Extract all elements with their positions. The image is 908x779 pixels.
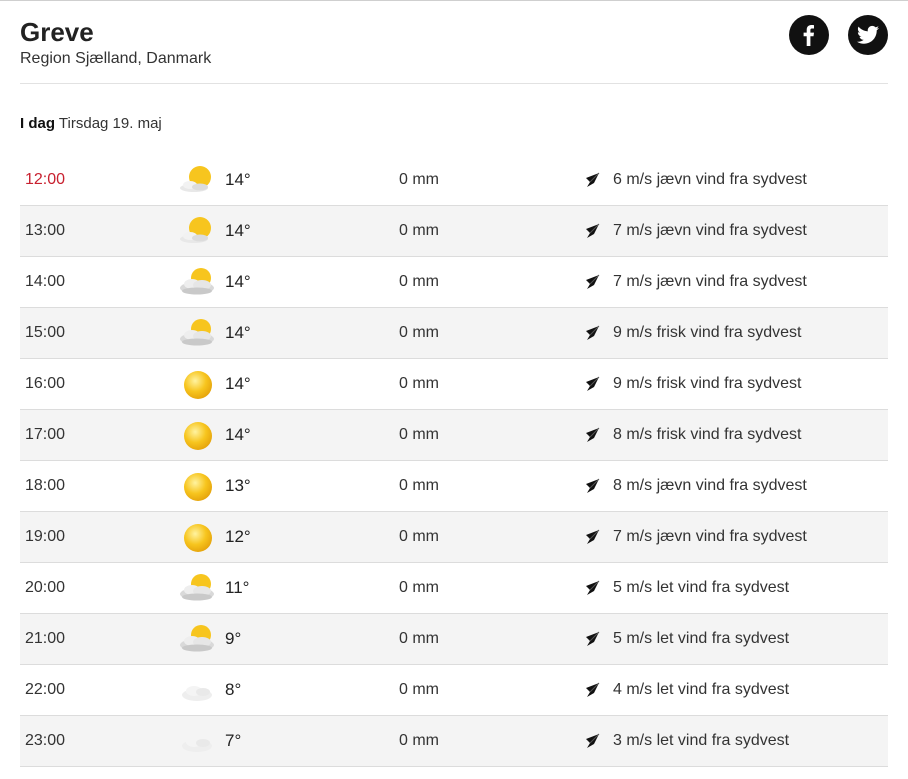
temperature: 14° [225,272,251,291]
partly-sunny-icon [178,164,218,198]
sun-icon [178,470,218,504]
wind-direction-icon [584,427,600,443]
hour-time: 14:00 [25,273,66,290]
forecast-row: 22:00 8° 0 mm 4 m/s let vind fra sydvest [20,665,888,716]
wind-direction-icon [584,223,600,239]
hour-time: 23:00 [25,732,66,749]
wind-description: 5 m/s let vind fra sydvest [613,630,790,647]
hourly-forecast-table: 12:00 14° 0 mm 6 m/s jævn vind fra sydvest 1… [20,155,888,767]
forecast-row: 18:00 13° 0 mm 8 m/s jævn vind fra sydvest [20,461,888,512]
twitter-button[interactable] [848,15,888,55]
precipitation: 0 mm [399,579,439,596]
hour-time: 22:00 [25,681,66,698]
hour-time: 13:00 [25,222,66,239]
hour-time: 20:00 [25,579,66,596]
precipitation: 0 mm [399,630,439,647]
wind-description: 7 m/s jævn vind fra sydvest [613,222,807,239]
temperature: 14° [225,221,251,240]
wind-description: 6 m/s jævn vind fra sydvest [613,171,807,188]
forecast-row: 14:00 14° 0 mm 7 m/s jævn vind fra sydvest [20,257,888,308]
wind-direction-icon [584,631,600,647]
wind-description: 3 m/s let vind fra sydvest [613,732,790,749]
forecast-row: 21:00 9° 0 mm 5 m/s let vind fra sydvest [20,614,888,665]
precipitation: 0 mm [399,222,439,239]
day-label: I dag [20,115,56,132]
forecast-row: 20:00 11° 0 mm 5 m/s let vind fra sydvest [20,563,888,614]
forecast-row: 15:00 14° 0 mm 9 m/s frisk vind fra sydvest [20,308,888,359]
wind-direction-icon [584,529,600,545]
temperature: 14° [225,170,251,189]
wind-direction-icon [584,376,600,392]
forecast-row: 19:00 12° 0 mm 7 m/s jævn vind fra sydvest [20,512,888,563]
light-cloud-icon [178,725,218,759]
temperature: 14° [225,374,251,393]
temperature: 14° [225,425,251,444]
forecast-row: 16:00 14° 0 mm 9 m/s frisk vind fra sydvest [20,359,888,410]
social-share [789,15,888,55]
sun-icon [178,419,218,453]
facebook-icon [803,25,814,46]
wind-direction-icon [584,325,600,341]
sun-cloud-icon [178,317,218,351]
wind-direction-icon [584,478,600,494]
hour-time: 16:00 [25,375,66,392]
region-name: Region Sjælland, Danmark [20,50,212,67]
day-heading: I dag Tirsdag 19. maj [20,115,162,132]
light-cloud-icon [178,674,218,708]
forecast-row: 23:00 7° 0 mm 3 m/s let vind fra sydvest [20,716,888,767]
partly-sunny-icon [178,215,218,249]
wind-direction-icon [584,733,600,749]
temperature: 13° [225,476,251,495]
temperature: 9° [225,629,242,648]
precipitation: 0 mm [399,681,439,698]
hour-time: 12:00 [25,171,66,188]
wind-description: 9 m/s frisk vind fra sydvest [613,324,802,341]
hour-time: 19:00 [25,528,66,545]
temperature: 11° [225,578,250,597]
city-name: Greve [20,17,94,47]
wind-description: 8 m/s frisk vind fra sydvest [613,426,802,443]
sun-icon [178,368,218,402]
wind-direction-icon [584,682,600,698]
sun-icon [178,521,218,555]
wind-description: 4 m/s let vind fra sydvest [613,681,790,698]
temperature: 12° [225,527,251,546]
hour-time: 18:00 [25,477,66,494]
sun-cloud-icon [178,623,218,657]
precipitation: 0 mm [399,528,439,545]
hour-time: 21:00 [25,630,66,647]
precipitation: 0 mm [399,732,439,749]
wind-direction-icon [584,172,600,188]
twitter-icon [857,25,879,44]
precipitation: 0 mm [399,273,439,290]
wind-description: 7 m/s jævn vind fra sydvest [613,273,807,290]
forecast-row: 17:00 14° 0 mm 8 m/s frisk vind fra sydvest [20,410,888,461]
hour-time: 15:00 [25,324,66,341]
precipitation: 0 mm [399,324,439,341]
hour-time: 17:00 [25,426,66,443]
wind-description: 8 m/s jævn vind fra sydvest [613,477,807,494]
facebook-button[interactable] [789,15,829,55]
precipitation: 0 mm [399,426,439,443]
temperature: 8° [225,680,242,699]
precipitation: 0 mm [399,375,439,392]
temperature: 7° [225,731,242,750]
precipitation: 0 mm [399,477,439,494]
wind-description: 5 m/s let vind fra sydvest [613,579,790,596]
location-header: Greve Region Sjælland, Danmark [20,15,888,84]
wind-description: 9 m/s frisk vind fra sydvest [613,375,802,392]
wind-direction-icon [584,580,600,596]
forecast-row: 13:00 14° 0 mm 7 m/s jævn vind fra sydvest [20,206,888,257]
wind-description: 7 m/s jævn vind fra sydvest [613,528,807,545]
wind-direction-icon [584,274,600,290]
sun-cloud-icon [178,572,218,606]
sun-cloud-icon [178,266,218,300]
temperature: 14° [225,323,251,342]
day-date: Tirsdag 19. maj [58,115,162,132]
forecast-row: 12:00 14° 0 mm 6 m/s jævn vind fra sydvest [20,155,888,206]
precipitation: 0 mm [399,171,439,188]
